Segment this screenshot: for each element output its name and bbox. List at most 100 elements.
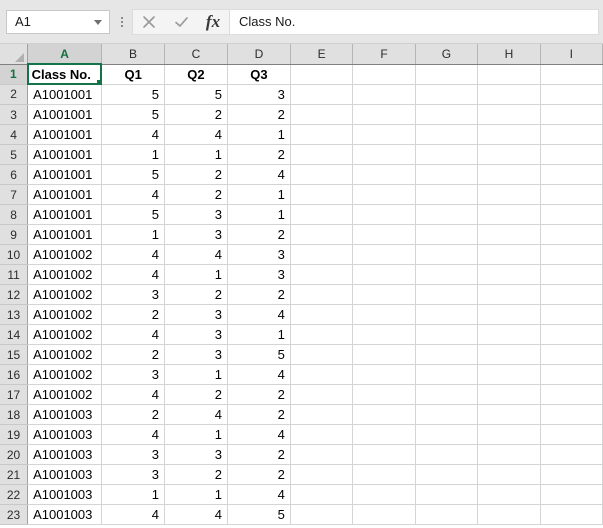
cell-G3[interactable] [415, 104, 479, 125]
cell-H2[interactable] [477, 84, 541, 105]
cell-I1[interactable] [540, 64, 603, 85]
cell-H9[interactable] [477, 224, 541, 245]
row-header-8[interactable]: 8 [0, 204, 29, 225]
cell-H5[interactable] [477, 144, 541, 165]
cell-D15[interactable]: 5 [227, 344, 291, 365]
cell-H6[interactable] [477, 164, 541, 185]
cell-I16[interactable] [540, 364, 603, 385]
cell-G2[interactable] [415, 84, 479, 105]
cell-D3[interactable]: 2 [227, 104, 291, 125]
column-header-f[interactable]: F [352, 44, 416, 65]
cell-I20[interactable] [540, 444, 603, 465]
cell-E5[interactable] [290, 144, 354, 165]
spreadsheet-grid[interactable]: ABCDEFGHI 1 Class No. Q1 Q2 Q3 2 A1001001 5 5 3 3 A… [0, 44, 603, 528]
cell-I13[interactable] [540, 304, 603, 325]
cell-H4[interactable] [477, 124, 541, 145]
cell-F2[interactable] [352, 84, 416, 105]
cell-F6[interactable] [352, 164, 416, 185]
column-header-i[interactable]: I [540, 44, 603, 65]
row-header-18[interactable]: 18 [0, 404, 29, 425]
cell-B15[interactable]: 2 [101, 344, 165, 365]
cell-G10[interactable] [415, 244, 479, 265]
name-box[interactable]: A1 [6, 9, 110, 34]
cell-A5[interactable]: A1001001 [27, 144, 102, 165]
cell-G13[interactable] [415, 304, 479, 325]
cell-C4[interactable]: 4 [164, 124, 228, 145]
cell-A3[interactable]: A1001001 [27, 104, 102, 125]
formula-input[interactable]: Class No. [229, 8, 599, 35]
cell-F16[interactable] [352, 364, 416, 385]
cell-B16[interactable]: 3 [101, 364, 165, 385]
cell-G15[interactable] [415, 344, 479, 365]
cell-D6[interactable]: 4 [227, 164, 291, 185]
cell-C5[interactable]: 1 [164, 144, 228, 165]
cell-E16[interactable] [290, 364, 354, 385]
cell-I18[interactable] [540, 404, 603, 425]
insert-function-icon[interactable]: fx [197, 10, 229, 34]
cell-A11[interactable]: A1001002 [27, 264, 102, 285]
cell-G16[interactable] [415, 364, 479, 385]
cell-F11[interactable] [352, 264, 416, 285]
cell-A8[interactable]: A1001001 [27, 204, 102, 225]
column-header-c[interactable]: C [164, 44, 228, 65]
cell-C8[interactable]: 3 [164, 204, 228, 225]
row-header-22[interactable]: 22 [0, 484, 29, 505]
cell-G17[interactable] [415, 384, 479, 405]
row-header-17[interactable]: 17 [0, 384, 29, 405]
cell-F9[interactable] [352, 224, 416, 245]
cell-H13[interactable] [477, 304, 541, 325]
cell-B11[interactable]: 4 [101, 264, 165, 285]
row-header-11[interactable]: 11 [0, 264, 29, 285]
cell-H21[interactable] [477, 464, 541, 485]
cell-F23[interactable] [352, 504, 416, 525]
cell-E6[interactable] [290, 164, 354, 185]
cell-G18[interactable] [415, 404, 479, 425]
cell-D17[interactable]: 2 [227, 384, 291, 405]
cell-E9[interactable] [290, 224, 354, 245]
cell-B10[interactable]: 4 [101, 244, 165, 265]
cell-C13[interactable]: 3 [164, 304, 228, 325]
cell-I6[interactable] [540, 164, 603, 185]
cell-C7[interactable]: 2 [164, 184, 228, 205]
cell-A19[interactable]: A1001003 [27, 424, 102, 445]
cell-D7[interactable]: 1 [227, 184, 291, 205]
cell-I4[interactable] [540, 124, 603, 145]
cell-H18[interactable] [477, 404, 541, 425]
cell-F14[interactable] [352, 324, 416, 345]
cell-B23[interactable]: 4 [101, 504, 165, 525]
cell-B1[interactable]: Q1 [101, 64, 165, 85]
cell-A13[interactable]: A1001002 [27, 304, 102, 325]
more-options-icon[interactable] [112, 16, 132, 27]
cell-D20[interactable]: 2 [227, 444, 291, 465]
row-header-5[interactable]: 5 [0, 144, 29, 165]
cell-H1[interactable] [477, 64, 541, 85]
cell-C1[interactable]: Q2 [164, 64, 228, 85]
cell-G11[interactable] [415, 264, 479, 285]
cell-F12[interactable] [352, 284, 416, 305]
cell-H15[interactable] [477, 344, 541, 365]
cell-D18[interactable]: 2 [227, 404, 291, 425]
cell-E21[interactable] [290, 464, 354, 485]
cell-D22[interactable]: 4 [227, 484, 291, 505]
cell-E11[interactable] [290, 264, 354, 285]
row-header-7[interactable]: 7 [0, 184, 29, 205]
cell-D23[interactable]: 5 [227, 504, 291, 525]
cell-F8[interactable] [352, 204, 416, 225]
cell-E23[interactable] [290, 504, 354, 525]
cell-A14[interactable]: A1001002 [27, 324, 102, 345]
cell-H11[interactable] [477, 264, 541, 285]
cell-H20[interactable] [477, 444, 541, 465]
cell-I15[interactable] [540, 344, 603, 365]
cell-D12[interactable]: 2 [227, 284, 291, 305]
cell-E17[interactable] [290, 384, 354, 405]
cell-F21[interactable] [352, 464, 416, 485]
cell-F17[interactable] [352, 384, 416, 405]
cell-G21[interactable] [415, 464, 479, 485]
cell-G8[interactable] [415, 204, 479, 225]
cell-E2[interactable] [290, 84, 354, 105]
cell-E4[interactable] [290, 124, 354, 145]
cell-D2[interactable]: 3 [227, 84, 291, 105]
cell-I2[interactable] [540, 84, 603, 105]
cell-G14[interactable] [415, 324, 479, 345]
cell-G20[interactable] [415, 444, 479, 465]
